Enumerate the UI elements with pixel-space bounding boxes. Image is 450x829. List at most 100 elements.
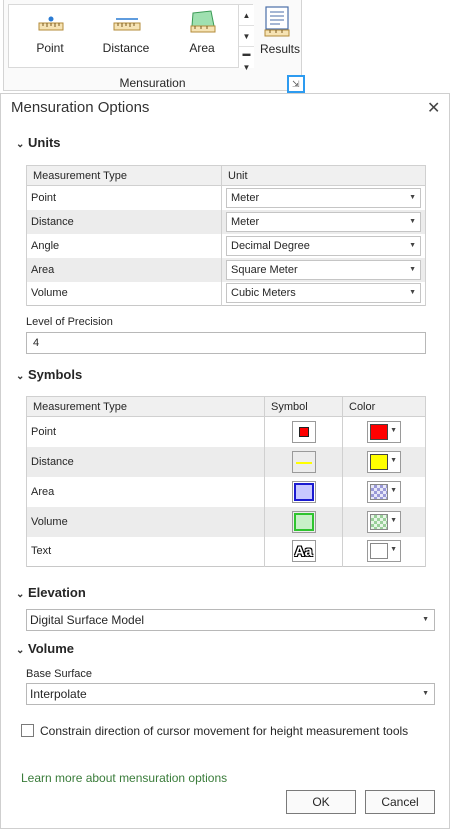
elevation-dropdown[interactable]: Digital Surface Model ▼ bbox=[26, 609, 435, 631]
base-surface-label: Base Surface bbox=[26, 668, 93, 680]
row-type: Point bbox=[26, 416, 265, 447]
color-picker[interactable]: ▼ bbox=[367, 420, 401, 443]
table-row: Distance Meter ▼ bbox=[26, 209, 426, 234]
column-header: Measurement Type bbox=[26, 165, 222, 186]
table-row: Angle Decimal Degree ▼ bbox=[26, 233, 426, 258]
gallery-scroll-up-icon[interactable]: ▲ bbox=[239, 5, 254, 26]
color-picker[interactable]: ▼ bbox=[367, 480, 401, 503]
unit-dropdown[interactable]: Decimal Degree ▼ bbox=[226, 235, 421, 256]
unit-value: Meter bbox=[231, 191, 260, 204]
dialog-launcher-button[interactable]: ⇲ bbox=[287, 75, 305, 93]
unit-value: Meter bbox=[231, 215, 260, 228]
color-picker[interactable]: ▼ bbox=[367, 540, 401, 563]
row-type: Distance bbox=[26, 446, 265, 477]
chevron-down-icon: ▼ bbox=[409, 217, 416, 225]
color-chip bbox=[370, 453, 388, 470]
table-row: Area Square Meter ▼ bbox=[26, 257, 426, 282]
dialog-title: Mensuration Options bbox=[11, 99, 150, 116]
row-type: Distance bbox=[26, 209, 222, 234]
unit-dropdown[interactable]: Square Meter ▼ bbox=[226, 259, 421, 280]
close-icon[interactable]: ✕ bbox=[427, 98, 440, 118]
unit-value: Cubic Meters bbox=[231, 287, 296, 300]
dialog-launcher-icon: ⇲ bbox=[292, 79, 300, 89]
ribbon-group-frame: Point Distance Area ▲ ▼ ▬ ▼ Results Mens… bbox=[3, 0, 302, 91]
chevron-down-icon: ⌄ bbox=[16, 371, 25, 382]
symbols-section-header[interactable]: ⌄ Symbols bbox=[16, 367, 82, 382]
color-chip bbox=[370, 483, 388, 500]
row-type: Volume bbox=[26, 506, 265, 537]
column-header: Color bbox=[342, 396, 426, 417]
table-row: Point Meter ▼ bbox=[26, 185, 426, 210]
gallery-scroll-down-icon[interactable]: ▼ bbox=[239, 26, 254, 47]
constrain-option[interactable]: Constrain direction of cursor movement f… bbox=[21, 724, 408, 738]
chevron-down-icon: ▼ bbox=[409, 241, 416, 249]
point-tool[interactable]: Point bbox=[11, 5, 89, 67]
row-type: Volume bbox=[26, 281, 222, 306]
gallery-expand-icon[interactable]: ▬ ▼ bbox=[239, 47, 254, 72]
point-tool-label: Point bbox=[36, 41, 64, 55]
table-row: Point ▼ bbox=[26, 416, 426, 447]
units-heading: Units bbox=[28, 135, 61, 150]
row-type: Area bbox=[26, 476, 265, 507]
chevron-down-icon: ▼ bbox=[390, 486, 397, 494]
gallery-scroll: ▲ ▼ ▬ ▼ bbox=[238, 5, 254, 72]
color-picker[interactable]: ▼ bbox=[367, 510, 401, 533]
volume-heading: Volume bbox=[28, 641, 74, 656]
color-picker[interactable]: ▼ bbox=[367, 450, 401, 473]
area-symbol-swatch[interactable] bbox=[291, 480, 316, 503]
row-type: Text bbox=[26, 536, 265, 567]
constrain-label: Constrain direction of cursor movement f… bbox=[40, 724, 409, 738]
distance-tool[interactable]: Distance bbox=[87, 5, 165, 67]
results-button[interactable]: Results bbox=[258, 4, 302, 64]
area-tool[interactable]: Area bbox=[163, 5, 241, 67]
elevation-section-header[interactable]: ⌄ Elevation bbox=[16, 585, 86, 600]
column-header: Symbol bbox=[264, 396, 343, 417]
base-surface-dropdown[interactable]: Interpolate ▼ bbox=[26, 683, 435, 705]
tool-gallery: Point Distance Area ▲ ▼ ▬ ▼ bbox=[8, 4, 254, 72]
results-label: Results bbox=[259, 42, 300, 56]
precision-input[interactable]: 4 bbox=[26, 332, 426, 354]
text-symbol-glyph: Aa bbox=[294, 543, 313, 560]
learn-more-link[interactable]: Learn more about mensuration options bbox=[21, 771, 227, 785]
unit-dropdown[interactable]: Meter ▼ bbox=[226, 211, 421, 232]
table-row: Text Aa ▼ bbox=[26, 536, 426, 567]
chevron-down-icon: ⌄ bbox=[16, 589, 25, 600]
base-surface-value: Interpolate bbox=[30, 687, 87, 701]
cancel-button[interactable]: Cancel bbox=[365, 790, 435, 814]
color-chip bbox=[370, 513, 388, 530]
chevron-down-icon: ▼ bbox=[390, 426, 397, 434]
row-type: Area bbox=[26, 257, 222, 282]
chevron-down-icon: ▼ bbox=[422, 616, 429, 623]
units-table: Measurement Type Unit Point Meter ▼ Dista… bbox=[26, 165, 426, 306]
volume-symbol-swatch[interactable] bbox=[291, 510, 316, 533]
unit-value: Square Meter bbox=[231, 263, 298, 276]
elevation-value: Digital Surface Model bbox=[30, 613, 145, 627]
color-chip bbox=[370, 543, 388, 560]
distance-tool-label: Distance bbox=[102, 41, 150, 55]
elevation-heading: Elevation bbox=[28, 585, 86, 600]
chevron-down-icon: ▼ bbox=[390, 516, 397, 524]
group-label: Mensuration bbox=[119, 76, 186, 90]
chevron-down-icon: ⌄ bbox=[16, 139, 25, 150]
area-ruler-icon bbox=[190, 10, 216, 33]
chevron-down-icon: ▼ bbox=[390, 456, 397, 464]
unit-dropdown[interactable]: Cubic Meters ▼ bbox=[226, 283, 421, 304]
mensuration-options-dialog: Mensuration Options ✕ ⌄ Units Measurement… bbox=[0, 93, 450, 829]
area-tool-label: Area bbox=[189, 41, 215, 55]
table-row: Volume Cubic Meters ▼ bbox=[26, 281, 426, 306]
column-header: Measurement Type bbox=[26, 396, 265, 417]
point-symbol-swatch[interactable] bbox=[291, 420, 316, 443]
unit-dropdown[interactable]: Meter ▼ bbox=[226, 187, 421, 208]
unit-value: Decimal Degree bbox=[231, 239, 310, 252]
precision-label: Level of Precision bbox=[26, 316, 113, 328]
chevron-down-icon: ▼ bbox=[422, 690, 429, 697]
volume-section-header[interactable]: ⌄ Volume bbox=[16, 641, 74, 656]
text-symbol-swatch[interactable]: Aa bbox=[291, 540, 316, 563]
mensuration-ribbon-group: Point Distance Area ▲ ▼ ▬ ▼ Results Mens… bbox=[3, 0, 305, 93]
ok-button[interactable]: OK bbox=[286, 790, 356, 814]
units-section-header[interactable]: ⌄ Units bbox=[16, 135, 61, 150]
distance-symbol-swatch[interactable] bbox=[291, 450, 316, 473]
row-type: Angle bbox=[26, 233, 222, 258]
column-header: Unit bbox=[221, 165, 426, 186]
constrain-checkbox[interactable] bbox=[21, 724, 34, 737]
